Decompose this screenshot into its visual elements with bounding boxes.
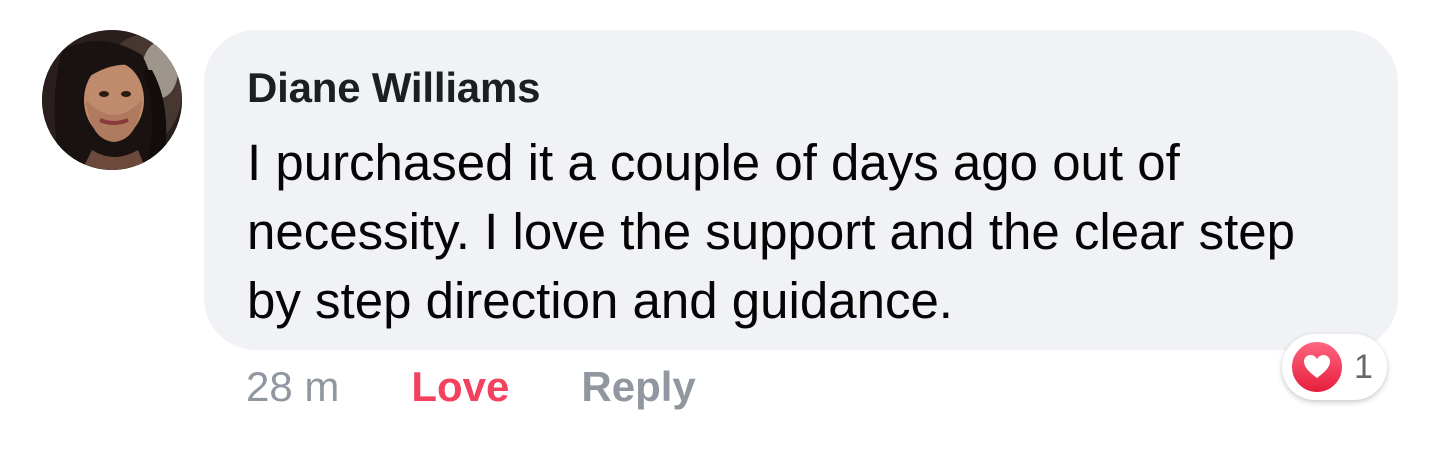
heart-icon: [1290, 340, 1344, 394]
comment-actions: 28 m Love Reply: [246, 360, 696, 414]
reaction-summary[interactable]: 1: [1282, 334, 1387, 400]
avatar-photo: [42, 30, 182, 170]
reply-button[interactable]: Reply: [581, 363, 695, 411]
comment-timestamp[interactable]: 28 m: [246, 363, 339, 411]
comment-author[interactable]: Diane Williams: [247, 64, 1358, 112]
reaction-count: 1: [1354, 347, 1373, 386]
comment-bubble: Diane Williams I purchased it a couple o…: [204, 30, 1398, 350]
avatar[interactable]: [42, 30, 182, 170]
comment-text: I purchased it a couple of days ago out …: [247, 134, 1295, 329]
love-button[interactable]: Love: [411, 363, 509, 411]
